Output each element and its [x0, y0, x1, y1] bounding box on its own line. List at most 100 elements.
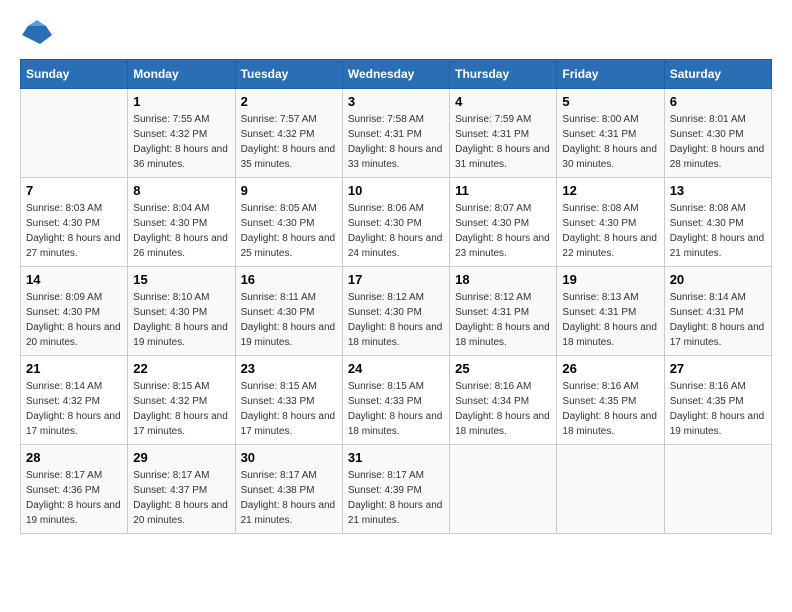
day-info: Sunrise: 8:17 AMSunset: 4:37 PMDaylight:…	[133, 468, 229, 528]
day-info: Sunrise: 7:59 AMSunset: 4:31 PMDaylight:…	[455, 112, 551, 172]
day-number: 1	[133, 94, 229, 109]
calendar-cell: 26 Sunrise: 8:16 AMSunset: 4:35 PMDayligh…	[557, 356, 664, 445]
calendar-cell	[557, 445, 664, 534]
day-number: 15	[133, 272, 229, 287]
day-info: Sunrise: 8:05 AMSunset: 4:30 PMDaylight:…	[241, 201, 337, 261]
day-info: Sunrise: 8:01 AMSunset: 4:30 PMDaylight:…	[670, 112, 766, 172]
calendar-cell: 19 Sunrise: 8:13 AMSunset: 4:31 PMDayligh…	[557, 267, 664, 356]
day-number: 22	[133, 361, 229, 376]
header-wednesday: Wednesday	[342, 60, 449, 89]
calendar-cell: 5 Sunrise: 8:00 AMSunset: 4:31 PMDaylight…	[557, 89, 664, 178]
calendar-cell: 17Sunrise: 8:12 AMSunset: 4:30 PMDayligh…	[342, 267, 449, 356]
day-info: Sunrise: 8:08 AMSunset: 4:30 PMDaylight:…	[670, 201, 766, 261]
calendar-table: SundayMondayTuesdayWednesdayThursdayFrid…	[20, 59, 772, 534]
calendar-week-row: 28Sunrise: 8:17 AMSunset: 4:36 PMDayligh…	[21, 445, 772, 534]
day-info: Sunrise: 8:15 AMSunset: 4:33 PMDaylight:…	[241, 379, 337, 439]
day-info: Sunrise: 8:13 AMSunset: 4:31 PMDaylight:…	[562, 290, 658, 350]
day-number: 3	[348, 94, 444, 109]
day-info: Sunrise: 8:16 AMSunset: 4:35 PMDaylight:…	[670, 379, 766, 439]
day-number: 4	[455, 94, 551, 109]
day-number: 8	[133, 183, 229, 198]
calendar-cell: 25 Sunrise: 8:16 AMSunset: 4:34 PMDayligh…	[450, 356, 557, 445]
day-info: Sunrise: 8:11 AMSunset: 4:30 PMDaylight:…	[241, 290, 337, 350]
calendar-week-row: 14 Sunrise: 8:09 AMSunset: 4:30 PMDayligh…	[21, 267, 772, 356]
day-number: 14	[26, 272, 122, 287]
header-sunday: Sunday	[21, 60, 128, 89]
page-header	[20, 20, 772, 49]
calendar-header-row: SundayMondayTuesdayWednesdayThursdayFrid…	[21, 60, 772, 89]
day-info: Sunrise: 8:07 AMSunset: 4:30 PMDaylight:…	[455, 201, 551, 261]
header-tuesday: Tuesday	[235, 60, 342, 89]
calendar-cell: 31 Sunrise: 8:17 AMSunset: 4:39 PMDayligh…	[342, 445, 449, 534]
calendar-cell: 9 Sunrise: 8:05 AMSunset: 4:30 PMDaylight…	[235, 178, 342, 267]
day-info: Sunrise: 8:16 AMSunset: 4:34 PMDaylight:…	[455, 379, 551, 439]
calendar-cell: 6Sunrise: 8:01 AMSunset: 4:30 PMDaylight…	[664, 89, 771, 178]
calendar-cell: 20 Sunrise: 8:14 AMSunset: 4:31 PMDayligh…	[664, 267, 771, 356]
day-info: Sunrise: 8:15 AMSunset: 4:32 PMDaylight:…	[133, 379, 229, 439]
day-info: Sunrise: 8:06 AMSunset: 4:30 PMDaylight:…	[348, 201, 444, 261]
day-number: 5	[562, 94, 658, 109]
day-number: 21	[26, 361, 122, 376]
calendar-cell: 30 Sunrise: 8:17 AMSunset: 4:38 PMDayligh…	[235, 445, 342, 534]
day-number: 24	[348, 361, 444, 376]
day-info: Sunrise: 8:10 AMSunset: 4:30 PMDaylight:…	[133, 290, 229, 350]
calendar-cell	[450, 445, 557, 534]
day-info: Sunrise: 8:14 AMSunset: 4:31 PMDaylight:…	[670, 290, 766, 350]
day-number: 31	[348, 450, 444, 465]
calendar-cell: 13 Sunrise: 8:08 AMSunset: 4:30 PMDayligh…	[664, 178, 771, 267]
calendar-cell: 16 Sunrise: 8:11 AMSunset: 4:30 PMDayligh…	[235, 267, 342, 356]
header-monday: Monday	[128, 60, 235, 89]
day-number: 16	[241, 272, 337, 287]
day-number: 27	[670, 361, 766, 376]
day-info: Sunrise: 8:17 AMSunset: 4:39 PMDaylight:…	[348, 468, 444, 528]
day-number: 30	[241, 450, 337, 465]
calendar-cell: 14 Sunrise: 8:09 AMSunset: 4:30 PMDayligh…	[21, 267, 128, 356]
day-number: 9	[241, 183, 337, 198]
day-info: Sunrise: 8:08 AMSunset: 4:30 PMDaylight:…	[562, 201, 658, 261]
day-number: 17	[348, 272, 444, 287]
calendar-week-row: 7 Sunrise: 8:03 AMSunset: 4:30 PMDaylight…	[21, 178, 772, 267]
day-info: Sunrise: 8:03 AMSunset: 4:30 PMDaylight:…	[26, 201, 122, 261]
calendar-cell: 21 Sunrise: 8:14 AMSunset: 4:32 PMDayligh…	[21, 356, 128, 445]
day-info: Sunrise: 8:17 AMSunset: 4:38 PMDaylight:…	[241, 468, 337, 528]
day-number: 12	[562, 183, 658, 198]
calendar-cell: 3 Sunrise: 7:58 AMSunset: 4:31 PMDaylight…	[342, 89, 449, 178]
day-number: 23	[241, 361, 337, 376]
calendar-cell: 4 Sunrise: 7:59 AMSunset: 4:31 PMDaylight…	[450, 89, 557, 178]
header-thursday: Thursday	[450, 60, 557, 89]
day-info: Sunrise: 8:09 AMSunset: 4:30 PMDaylight:…	[26, 290, 122, 350]
day-number: 28	[26, 450, 122, 465]
day-info: Sunrise: 8:00 AMSunset: 4:31 PMDaylight:…	[562, 112, 658, 172]
calendar-cell: 28Sunrise: 8:17 AMSunset: 4:36 PMDayligh…	[21, 445, 128, 534]
day-info: Sunrise: 8:04 AMSunset: 4:30 PMDaylight:…	[133, 201, 229, 261]
calendar-cell	[664, 445, 771, 534]
calendar-cell: 2 Sunrise: 7:57 AMSunset: 4:32 PMDaylight…	[235, 89, 342, 178]
day-number: 20	[670, 272, 766, 287]
calendar-week-row: 21 Sunrise: 8:14 AMSunset: 4:32 PMDayligh…	[21, 356, 772, 445]
header-friday: Friday	[557, 60, 664, 89]
calendar-cell: 10 Sunrise: 8:06 AMSunset: 4:30 PMDayligh…	[342, 178, 449, 267]
day-info: Sunrise: 8:16 AMSunset: 4:35 PMDaylight:…	[562, 379, 658, 439]
day-info: Sunrise: 7:57 AMSunset: 4:32 PMDaylight:…	[241, 112, 337, 172]
logo	[20, 20, 52, 49]
calendar-cell: 12 Sunrise: 8:08 AMSunset: 4:30 PMDayligh…	[557, 178, 664, 267]
day-number: 2	[241, 94, 337, 109]
calendar-cell: 18Sunrise: 8:12 AMSunset: 4:31 PMDayligh…	[450, 267, 557, 356]
calendar-cell	[21, 89, 128, 178]
calendar-cell: 11Sunrise: 8:07 AMSunset: 4:30 PMDayligh…	[450, 178, 557, 267]
calendar-cell: 23 Sunrise: 8:15 AMSunset: 4:33 PMDayligh…	[235, 356, 342, 445]
calendar-cell: 15 Sunrise: 8:10 AMSunset: 4:30 PMDayligh…	[128, 267, 235, 356]
day-number: 7	[26, 183, 122, 198]
day-number: 10	[348, 183, 444, 198]
calendar-cell: 29Sunrise: 8:17 AMSunset: 4:37 PMDayligh…	[128, 445, 235, 534]
day-info: Sunrise: 8:12 AMSunset: 4:31 PMDaylight:…	[455, 290, 551, 350]
day-info: Sunrise: 8:14 AMSunset: 4:32 PMDaylight:…	[26, 379, 122, 439]
calendar-cell: 1Sunrise: 7:55 AMSunset: 4:32 PMDaylight…	[128, 89, 235, 178]
day-number: 13	[670, 183, 766, 198]
day-info: Sunrise: 7:58 AMSunset: 4:31 PMDaylight:…	[348, 112, 444, 172]
calendar-cell: 7 Sunrise: 8:03 AMSunset: 4:30 PMDaylight…	[21, 178, 128, 267]
day-number: 26	[562, 361, 658, 376]
calendar-cell: 24Sunrise: 8:15 AMSunset: 4:33 PMDayligh…	[342, 356, 449, 445]
day-number: 19	[562, 272, 658, 287]
day-number: 25	[455, 361, 551, 376]
